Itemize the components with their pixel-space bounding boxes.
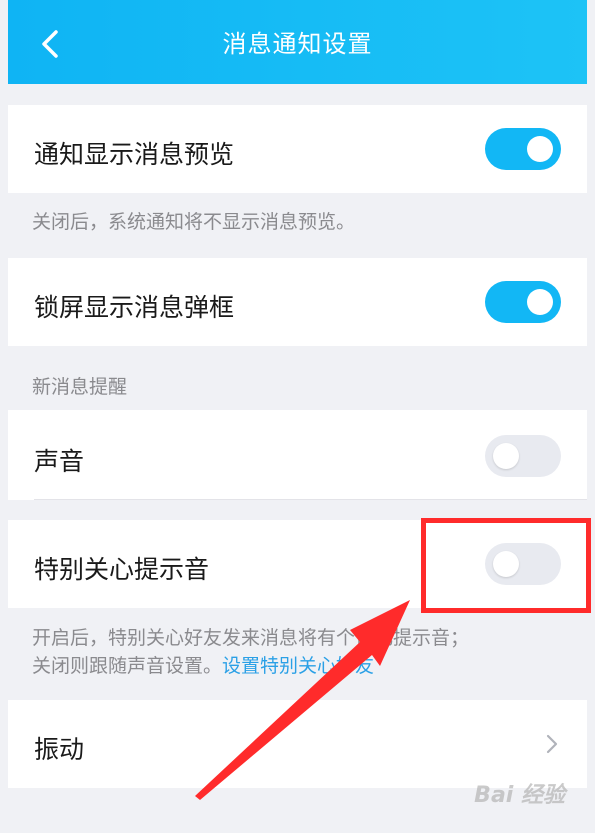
page-title: 消息通知设置 (222, 30, 373, 58)
setting-label-special-care: 特别关心提示音 (34, 555, 210, 584)
setting-row-lockscreen: 锁屏显示消息弹框 (8, 258, 587, 346)
watermark: Bai 经验 (474, 783, 565, 808)
highlight-box (421, 518, 591, 613)
preview-note: 关闭后，系统通知将不显示消息预览。 (32, 211, 356, 233)
preview-toggle[interactable] (485, 128, 561, 170)
chevron-right-icon (546, 734, 558, 754)
special-note-line1: 开启后，特别关心好友发来消息将有个性化提示音； (32, 627, 470, 649)
setting-label-preview: 通知显示消息预览 (34, 140, 235, 169)
sound-toggle[interactable] (485, 435, 561, 477)
toggle-knob (493, 443, 519, 469)
special-care-note: 开启后，特别关心好友发来消息将有个性化提示音； 关闭则跟随声音设置。设置特别关心… (32, 624, 469, 680)
special-note-line2: 关闭则跟随声音设置。 (32, 655, 223, 677)
toggle-knob (527, 289, 553, 315)
setting-row-vibration[interactable]: 振动 (8, 700, 587, 788)
app-header: 消息通知设置 (8, 0, 587, 84)
row-divider (34, 499, 587, 500)
toggle-knob (527, 136, 553, 162)
setting-row-preview: 通知显示消息预览 (8, 105, 587, 193)
special-care-link[interactable]: 设置特别关心好友 (222, 655, 374, 677)
section-label-new-message: 新消息提醒 (32, 376, 128, 398)
lockscreen-toggle[interactable] (485, 281, 561, 323)
setting-label-vibration: 振动 (34, 735, 85, 764)
setting-label-sound: 声音 (34, 447, 85, 476)
setting-row-sound: 声音 (8, 410, 587, 500)
special-note-line2-wrap: 关闭则跟随声音设置。设置特别关心好友 (32, 652, 469, 680)
setting-label-lockscreen: 锁屏显示消息弹框 (34, 293, 235, 322)
